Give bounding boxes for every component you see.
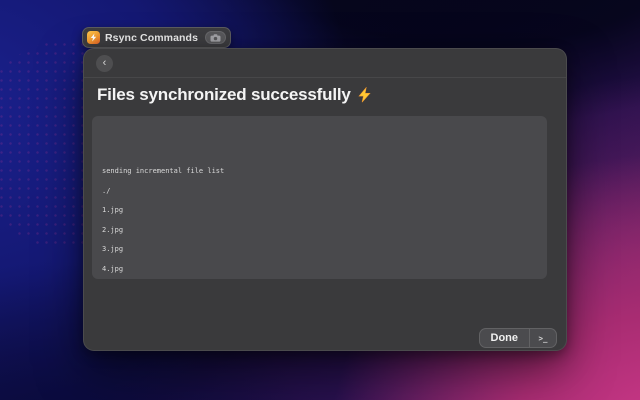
app-tab-title: Rsync Commands	[105, 32, 200, 44]
terminal-line: sending incremental file list	[102, 162, 537, 182]
rsync-result-window: ‹ Files synchronized successfully sendin…	[83, 48, 567, 351]
page-title-text: Files synchronized successfully	[97, 85, 351, 105]
back-button[interactable]: ‹	[96, 55, 113, 72]
rsync-app-icon	[87, 31, 100, 44]
terminal-line: 2.jpg	[102, 221, 537, 241]
page-title: Files synchronized successfully	[97, 85, 552, 105]
lightning-icon	[357, 87, 372, 103]
app-tab-rsync-commands[interactable]: Rsync Commands	[82, 27, 231, 48]
camera-icon[interactable]	[205, 31, 226, 44]
chevron-left-icon: ‹	[103, 58, 107, 69]
window-header: ‹	[84, 49, 566, 78]
terminal-lines: sending incremental file list./1.jpg2.jp…	[102, 162, 537, 279]
terminal-line: ./	[102, 182, 537, 202]
done-action-pill[interactable]: Done >_	[479, 328, 558, 348]
terminal-line: 1.jpg	[102, 201, 537, 221]
done-button[interactable]: Done	[480, 329, 530, 347]
terminal-line: 3.jpg	[102, 240, 537, 260]
terminal-line: 4.jpg	[102, 260, 537, 280]
terminal-prompt-icon[interactable]: >_	[530, 329, 556, 347]
terminal-output: sending incremental file list./1.jpg2.jp…	[92, 116, 547, 279]
